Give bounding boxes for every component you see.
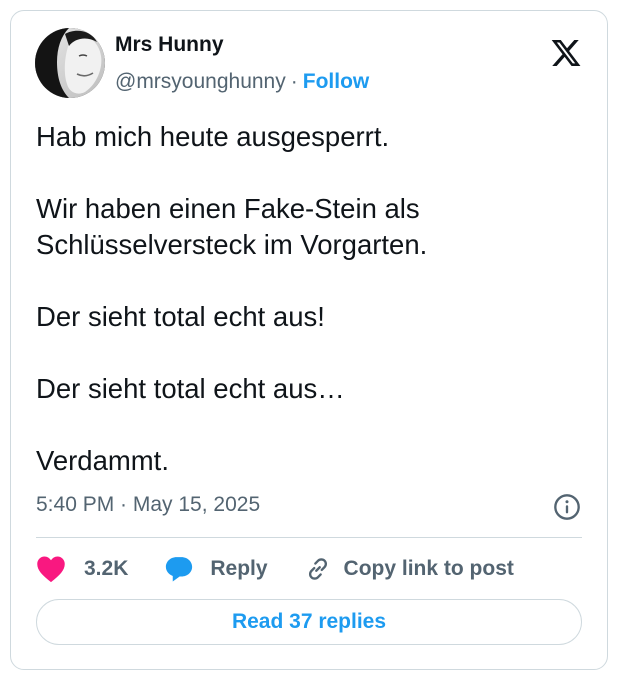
follow-button[interactable]: Follow bbox=[303, 70, 370, 93]
like-button[interactable]: 3.2K bbox=[36, 555, 128, 583]
copy-link-button[interactable]: Copy link to post bbox=[304, 555, 514, 583]
info-icon[interactable] bbox=[553, 493, 581, 521]
speech-bubble-icon bbox=[166, 557, 193, 582]
author-handle[interactable]: @mrsyounghunny bbox=[115, 70, 286, 93]
tweet-paragraph: Verdammt. bbox=[36, 445, 169, 476]
tweet-card: Mrs Hunny @mrsyounghunny · Follow Hab mich… bbox=[10, 10, 608, 670]
separator-dot: · bbox=[290, 70, 298, 93]
heart-icon bbox=[37, 556, 65, 583]
author-name[interactable]: Mrs Hunny bbox=[115, 33, 224, 57]
divider bbox=[36, 537, 582, 538]
tweet-timestamp[interactable]: 5:40 PM · May 15, 2025 bbox=[36, 493, 260, 517]
tweet-paragraph: Hab mich heute ausgesperrt. bbox=[36, 121, 390, 152]
avatar[interactable] bbox=[35, 28, 105, 98]
reply-label: Reply bbox=[210, 557, 268, 580]
tweet-paragraph: Der sieht total echt aus… bbox=[36, 373, 345, 404]
author-handle-row: @mrsyounghunny · Follow bbox=[115, 70, 369, 94]
tweet-paragraph: Wir haben einen Fake-Stein als Schlüssel… bbox=[36, 193, 428, 260]
like-count: 3.2K bbox=[84, 557, 129, 580]
x-logo-icon[interactable] bbox=[549, 37, 583, 69]
reply-button[interactable]: Reply bbox=[164, 555, 268, 583]
action-bar: 3.2K Reply Copy link to post bbox=[36, 551, 514, 587]
avatar-image bbox=[35, 28, 105, 98]
read-replies-button[interactable]: Read 37 replies bbox=[36, 599, 582, 645]
link-icon bbox=[308, 558, 327, 580]
tweet-text: Hab mich heute ausgesperrt. Wir haben ei… bbox=[36, 119, 586, 479]
tweet-paragraph: Der sieht total echt aus! bbox=[36, 301, 325, 332]
copy-link-label: Copy link to post bbox=[343, 557, 514, 580]
